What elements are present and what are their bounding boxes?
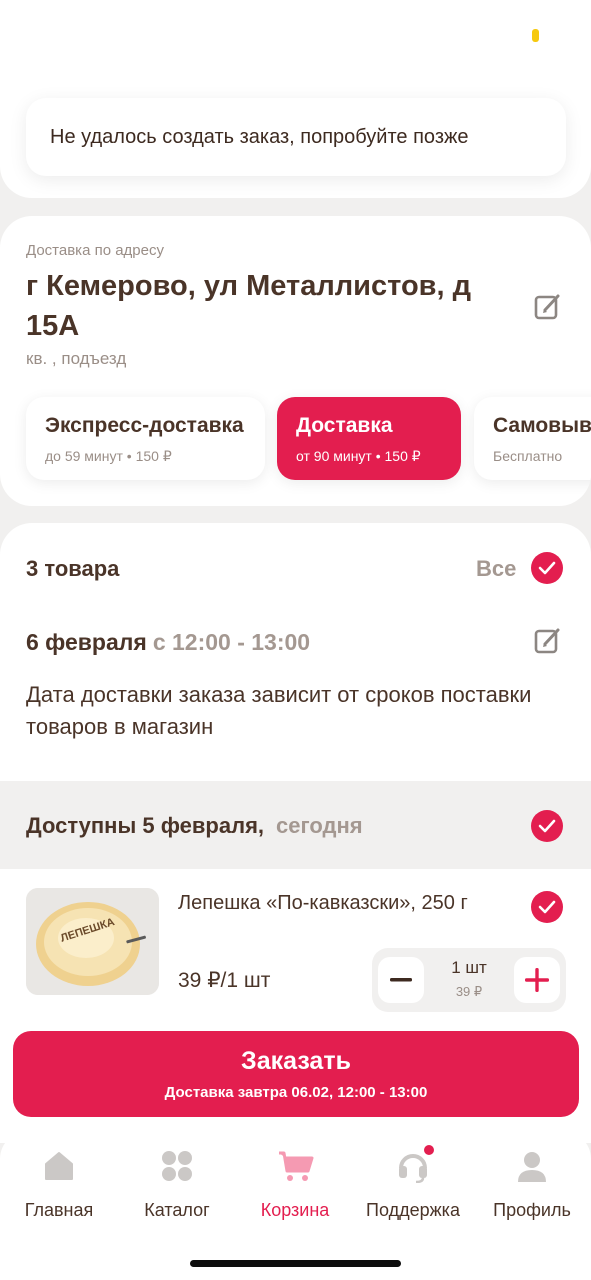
address-card: Доставка по адресу г Кемерово, ул Металл…: [0, 216, 591, 506]
option-pickup[interactable]: Самовывоз Бесплатно: [474, 397, 591, 480]
cart-icon: [279, 1151, 314, 1181]
tab-label: Каталог: [144, 1200, 210, 1220]
delivery-time-value: с 12:00 - 13:00: [152, 629, 311, 655]
product-checkbox[interactable]: [531, 891, 563, 923]
tab-label: Поддержка: [366, 1200, 460, 1220]
availability-date: Доступны 5 февраля,: [26, 813, 265, 838]
items-count: 3 товара: [26, 556, 120, 581]
error-toast: Не удалось создать заказ, попробуйте поз…: [26, 98, 566, 176]
quantity-value: 1 шт: [451, 958, 487, 977]
option-delivery[interactable]: Доставка от 90 минут • 150 ₽: [277, 397, 461, 480]
home-icon: [45, 1152, 73, 1180]
status-indicator-icon: [532, 29, 539, 42]
select-all-checkbox[interactable]: [531, 552, 563, 584]
delivery-notice: Дата доставки заказа зависит от сроков п…: [26, 682, 532, 739]
edit-date-icon[interactable]: [533, 626, 563, 656]
status-bar: [0, 0, 591, 72]
tab-support[interactable]: Поддержка: [354, 1143, 472, 1221]
address-details: кв. , подъезд: [26, 349, 127, 368]
increase-button[interactable]: [514, 957, 560, 1003]
check-icon: [538, 819, 556, 833]
quantity-stepper: 1 шт 39 ₽: [372, 948, 566, 1012]
order-button[interactable]: Заказать Доставка завтра 06.02, 12:00 - …: [13, 1031, 579, 1117]
plus-icon: [525, 968, 549, 992]
option-title: Экспресс-доставка: [45, 414, 244, 437]
check-icon: [538, 900, 556, 914]
decrease-button[interactable]: [378, 957, 424, 1003]
tab-profile[interactable]: Профиль: [473, 1149, 591, 1221]
product-name[interactable]: Лепешка «По-кавказски», 250 г: [178, 892, 468, 915]
option-title: Доставка: [296, 414, 393, 437]
availability-today: сегодня: [276, 813, 363, 838]
quantity-total: 39 ₽: [455, 984, 483, 999]
home-indicator: [190, 1260, 401, 1267]
check-icon: [538, 561, 556, 575]
tab-cart[interactable]: Корзина: [236, 1149, 354, 1221]
order-button-sublabel: Доставка завтра 06.02, 12:00 - 13:00: [164, 1084, 428, 1101]
flatbread-image: ЛЕПЕШКА: [26, 888, 159, 995]
error-message: Не удалось создать заказ, попробуйте поз…: [50, 125, 469, 148]
product-image[interactable]: ЛЕПЕШКА: [26, 888, 159, 995]
tab-label: Главная: [24, 1200, 94, 1220]
order-button-label: Заказать: [241, 1047, 351, 1075]
delivery-date: 6 февраля с 12:00 - 13:00: [26, 629, 310, 656]
minus-icon: [390, 978, 412, 982]
tab-label: Корзина: [260, 1200, 330, 1220]
option-title: Самовывоз: [493, 414, 591, 437]
option-express-delivery[interactable]: Экспресс-доставка до 59 минут • 150 ₽: [26, 397, 265, 480]
tab-catalog[interactable]: Каталог: [118, 1149, 236, 1221]
delivery-date-value: 6 февраля: [26, 629, 147, 655]
edit-address-icon[interactable]: [533, 292, 563, 322]
availability-group-header: Доступны 5 февраля, сегодня: [0, 781, 591, 869]
notification-badge: [422, 1143, 436, 1157]
option-subtitle: до 59 минут • 150 ₽: [45, 448, 172, 464]
address-line[interactable]: г Кемерово, ул Металлистов, д 15А: [26, 266, 506, 346]
option-subtitle: от 90 минут • 150 ₽: [296, 448, 421, 464]
group-checkbox[interactable]: [531, 810, 563, 842]
option-subtitle: Бесплатно: [493, 448, 563, 464]
tab-label: Профиль: [493, 1200, 571, 1220]
profile-icon: [518, 1152, 546, 1182]
product-price: 39 ₽/1 шт: [178, 969, 271, 992]
select-all-label[interactable]: Все: [476, 556, 516, 582]
tab-home[interactable]: Главная: [0, 1149, 118, 1221]
bottom-tab-bar: Главная Каталог Корзина Поддержка Профил…: [0, 1131, 591, 1280]
availability-label: Доступны 5 февраля, сегодня: [26, 813, 363, 839]
catalog-icon: [162, 1151, 192, 1181]
address-label: Доставка по адресу: [26, 242, 164, 259]
